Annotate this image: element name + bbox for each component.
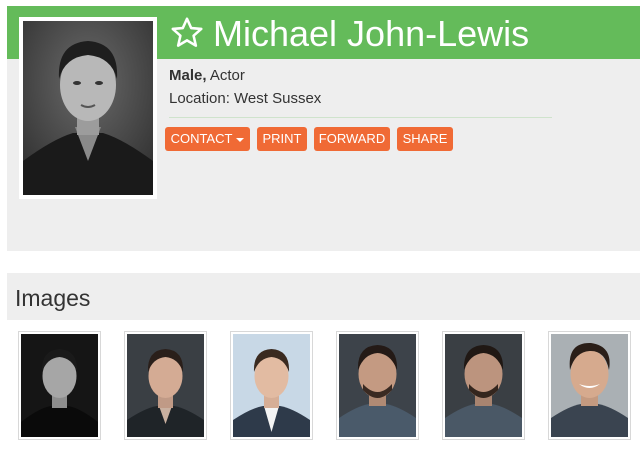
images-section-header: Images	[7, 273, 640, 320]
profile-gender: Male,	[169, 67, 207, 84]
headshot-image	[23, 21, 153, 195]
image-thumbnail[interactable]	[548, 331, 631, 440]
contact-button-label: CONTACT	[170, 131, 233, 146]
star-icon[interactable]	[169, 15, 205, 51]
profile-divider	[169, 117, 552, 118]
print-button[interactable]: PRINT	[257, 127, 307, 151]
profile-headshot[interactable]	[19, 17, 157, 199]
thumbnail-image	[445, 334, 522, 437]
thumbnail-image	[233, 334, 310, 437]
images-section-title: Images	[15, 285, 91, 311]
thumbnail-image	[551, 334, 628, 437]
profile-gender-profession: Male, Actor	[169, 67, 245, 84]
contact-button[interactable]: CONTACT	[165, 127, 250, 151]
image-thumbnail[interactable]	[442, 331, 525, 440]
profile-location: Location: West Sussex	[169, 90, 322, 107]
caret-down-icon	[236, 137, 245, 142]
thumbnail-image	[339, 334, 416, 437]
forward-button[interactable]: FORWARD	[314, 127, 390, 151]
thumbnail-image	[127, 334, 204, 437]
thumbnail-image	[21, 334, 98, 437]
image-thumbnail[interactable]	[336, 331, 419, 440]
image-thumbnail[interactable]	[230, 331, 313, 440]
image-thumbnail[interactable]	[18, 331, 101, 440]
share-button[interactable]: SHARE	[397, 127, 453, 151]
image-thumbnail[interactable]	[124, 331, 207, 440]
profile-name: Michael John-Lewis	[213, 13, 530, 54]
profile-profession: Actor	[209, 67, 245, 84]
